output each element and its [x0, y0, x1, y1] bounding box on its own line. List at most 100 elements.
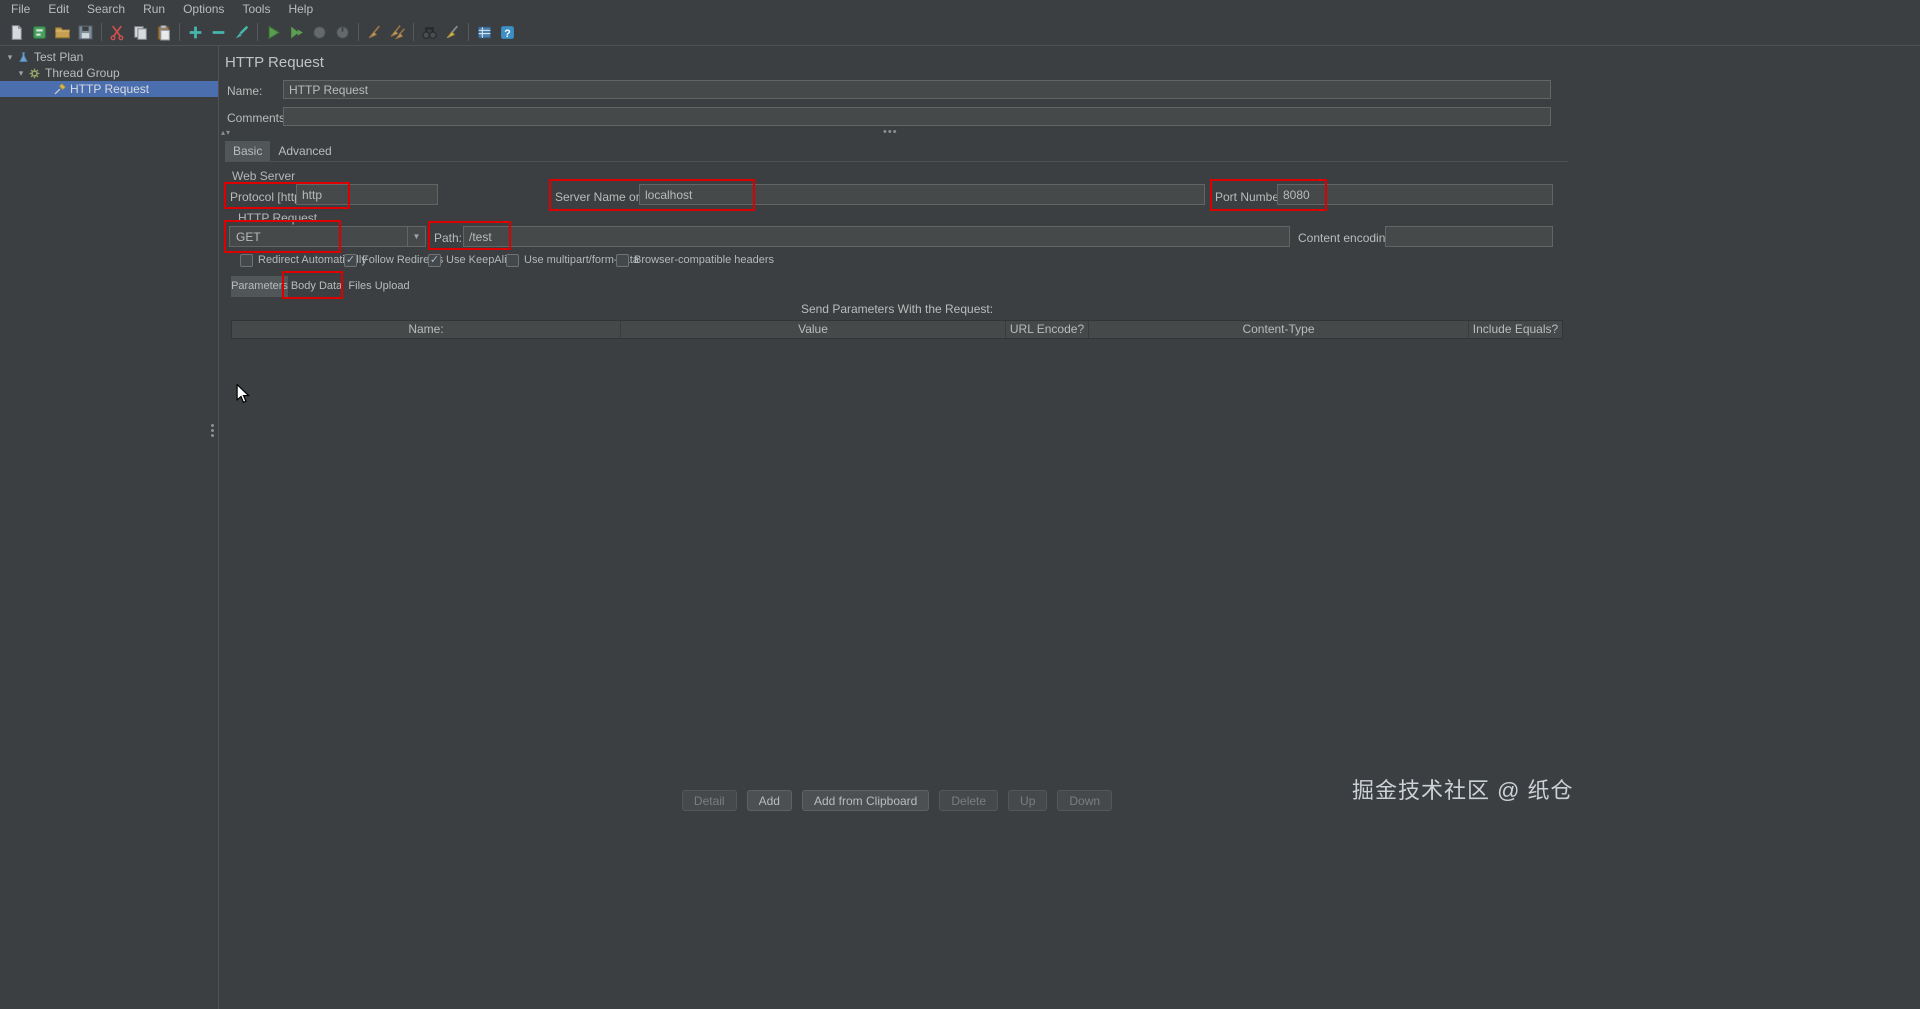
checkbox-browser-compatible-headers[interactable]: Browser-compatible headers — [616, 253, 774, 267]
protocol-input[interactable] — [296, 184, 438, 205]
open-icon[interactable] — [51, 21, 74, 44]
menu-item-options[interactable]: Options — [174, 0, 233, 19]
mouse-cursor — [236, 383, 250, 409]
menu-item-search[interactable]: Search — [78, 0, 134, 19]
menu-item-tools[interactable]: Tools — [233, 0, 279, 19]
content-encoding-label: Content encoding: — [1298, 231, 1396, 245]
menu-item-run[interactable]: Run — [134, 0, 174, 19]
checkbox-checked-icon — [428, 253, 441, 267]
name-input[interactable] — [283, 80, 1551, 99]
comments-input[interactable] — [283, 107, 1551, 126]
tree-item-thread-group[interactable]: ▾ Thread Group — [0, 65, 218, 81]
search-icon[interactable] — [418, 21, 441, 44]
tab-parameters[interactable]: Parameters — [231, 276, 288, 297]
tab-files-upload[interactable]: Files Upload — [345, 276, 413, 297]
column-header-url-encode[interactable]: URL Encode? — [1006, 321, 1089, 338]
tab-basic[interactable]: Basic — [225, 141, 271, 161]
shutdown-icon[interactable] — [331, 21, 354, 44]
params-table-header: Name: Value URL Encode? Content-Type Inc… — [231, 320, 1563, 339]
search-reset-icon[interactable] — [441, 21, 464, 44]
function-helper-icon[interactable] — [473, 21, 496, 44]
tab-body-data[interactable]: Body Data — [288, 276, 345, 297]
checkbox-checked-icon — [344, 253, 357, 267]
clear-all-icon[interactable] — [386, 21, 409, 44]
toolbar-separator — [413, 23, 414, 41]
new-file-icon[interactable] — [5, 21, 28, 44]
thread-group-icon — [27, 66, 42, 81]
comments-label: Comments: — [227, 111, 289, 125]
toolbar-separator — [257, 23, 258, 41]
path-label: Path: — [434, 231, 463, 245]
method-select[interactable]: GET ▼ — [229, 226, 426, 247]
toolbar-separator — [179, 23, 180, 41]
add-from-clipboard-button[interactable]: Add from Clipboard — [801, 790, 930, 811]
toolbar-separator — [358, 23, 359, 41]
stop-icon[interactable] — [308, 21, 331, 44]
page-title: HTTP Request — [225, 54, 324, 71]
cut-icon[interactable] — [106, 21, 129, 44]
svg-text:?: ? — [504, 27, 510, 39]
tree-item-label: Test Plan — [34, 50, 84, 64]
start-icon[interactable] — [262, 21, 285, 44]
method-value: GET — [236, 229, 261, 244]
paste-icon[interactable] — [152, 21, 175, 44]
clear-icon[interactable] — [363, 21, 386, 44]
splitter-handle[interactable] — [211, 424, 214, 437]
toolbar-separator — [101, 23, 102, 41]
params-table-caption: Send Parameters With the Request: — [800, 302, 994, 316]
chevron-down-icon[interactable]: ▾ — [4, 52, 16, 63]
toggle-icon[interactable] — [230, 21, 253, 44]
delete-button[interactable]: Delete — [939, 790, 999, 811]
params-table-body[interactable] — [231, 339, 1563, 784]
menu-item-help[interactable]: Help — [279, 0, 322, 19]
down-button[interactable]: Down — [1057, 790, 1113, 811]
tree-item-test-plan[interactable]: ▾ Test Plan — [0, 49, 218, 65]
up-button[interactable]: Up — [1008, 790, 1048, 811]
http-request-group-label: HTTP Request — [238, 211, 318, 225]
save-icon[interactable] — [74, 21, 97, 44]
add-button[interactable]: Add — [746, 790, 792, 811]
server-name-input[interactable] — [639, 184, 1205, 205]
toolbar: ? — [0, 19, 1920, 46]
column-header-content-type[interactable]: Content-Type — [1089, 321, 1469, 338]
splitter-grip-icon[interactable]: ••• — [883, 126, 898, 138]
start-no-pauses-icon[interactable] — [285, 21, 308, 44]
collapse-all-icon[interactable] — [207, 21, 230, 44]
parameters-tabs: Parameters Body Data Files Upload — [231, 276, 413, 297]
name-label: Name: — [227, 84, 263, 98]
column-header-include-equals[interactable]: Include Equals? — [1469, 321, 1562, 338]
menu-item-file[interactable]: File — [2, 0, 39, 19]
detail-button[interactable]: Detail — [681, 790, 737, 811]
column-header-name[interactable]: Name: — [232, 321, 621, 338]
basic-advanced-tabs: Basic Advanced — [225, 141, 340, 161]
jmeter-window: File Edit Search Run Options Tools Help — [0, 0, 1920, 1009]
test-plan-icon — [16, 50, 31, 65]
expand-all-icon[interactable] — [184, 21, 207, 44]
toolbar-separator — [468, 23, 469, 41]
help-icon[interactable]: ? — [496, 21, 519, 44]
copy-icon[interactable] — [129, 21, 152, 44]
tab-advanced[interactable]: Advanced — [270, 141, 339, 161]
splitter-collapse-icon[interactable]: ▴▾ — [221, 128, 231, 137]
port-number-input[interactable] — [1277, 184, 1553, 205]
content-encoding-input[interactable] — [1385, 226, 1553, 247]
templates-icon[interactable] — [28, 21, 51, 44]
tab-underline — [225, 161, 1568, 162]
checkbox-icon — [616, 253, 629, 267]
column-header-value[interactable]: Value — [621, 321, 1006, 338]
watermark-text: 掘金技术社区 @ 纸仓 — [1352, 778, 1574, 803]
menu-item-edit[interactable]: Edit — [39, 0, 78, 19]
tree-item-label: Thread Group — [45, 66, 120, 80]
tree-item-http-request[interactable]: HTTP Request — [0, 81, 218, 97]
tree-item-label: HTTP Request — [70, 82, 150, 96]
web-server-group-label: Web Server — [232, 169, 296, 183]
chevron-down-icon[interactable]: ▾ — [15, 68, 27, 79]
menu-bar: File Edit Search Run Options Tools Help — [0, 0, 1920, 19]
checkbox-icon — [506, 253, 519, 267]
path-input[interactable] — [463, 226, 1290, 247]
test-plan-tree: ▾ Test Plan ▾ Thread Group HTTP Request — [0, 46, 219, 1009]
checkbox-use-keepalive[interactable]: Use KeepAlive — [428, 253, 518, 267]
chevron-down-icon[interactable]: ▼ — [407, 227, 425, 246]
port-number-label: Port Number: — [1215, 190, 1287, 204]
checkbox-label: Browser-compatible headers — [634, 254, 775, 266]
